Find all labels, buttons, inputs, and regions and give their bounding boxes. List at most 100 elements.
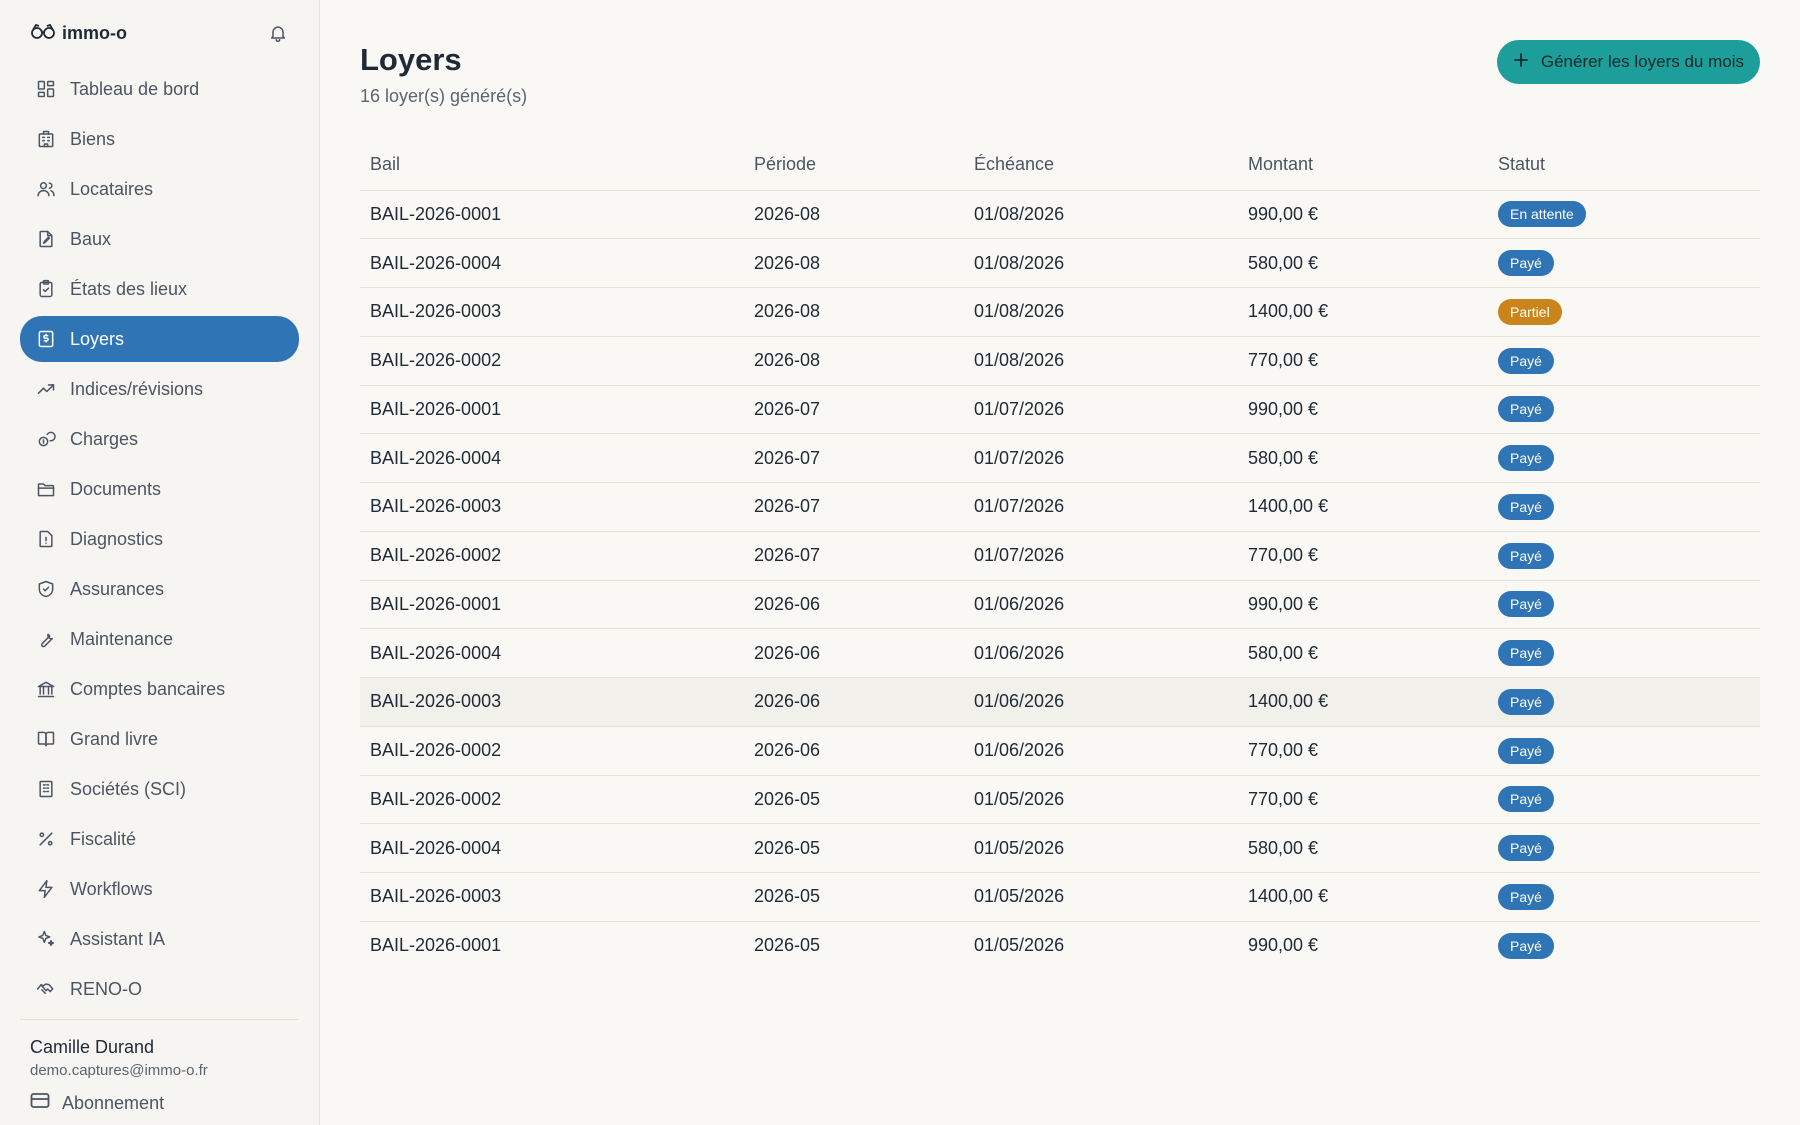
cell-montant: 770,00 € — [1238, 726, 1488, 776]
subscription-label: Abonnement — [62, 1093, 165, 1113]
sidebar-item-diagnostics[interactable]: Diagnostics — [20, 516, 299, 562]
cell-statut: Payé — [1488, 238, 1760, 288]
sidebar-item-documents[interactable]: Documents — [20, 466, 299, 512]
header-periode[interactable]: Période — [744, 140, 964, 191]
sidebar-item-baux[interactable]: Baux — [20, 216, 299, 262]
header-echeance[interactable]: Échéance — [964, 140, 1238, 191]
cell-statut: Payé — [1488, 336, 1760, 386]
cell-statut: Payé — [1488, 628, 1760, 678]
status-badge: Payé — [1498, 347, 1554, 374]
cell-bail: BAIL-2026-0002 — [360, 726, 744, 776]
table-row[interactable]: BAIL-2026-0002 2026-05 01/05/2026 770,00 € P… — [360, 775, 1760, 825]
sidebar-item-assistant-ia[interactable]: Assistant IA — [20, 916, 299, 962]
wrench-icon — [36, 629, 56, 649]
header-statut[interactable]: Statut — [1488, 140, 1760, 191]
cell-statut: Payé — [1488, 482, 1760, 532]
table-row[interactable]: BAIL-2026-0002 2026-06 01/06/2026 770,00 € P… — [360, 726, 1760, 776]
sidebar-item-charges[interactable]: Charges — [20, 416, 299, 462]
cell-bail: BAIL-2026-0001 — [370, 935, 502, 956]
sidebar-item-fiscalite[interactable]: Fiscalité — [20, 816, 299, 862]
cell-bail: BAIL-2026-0002 — [360, 775, 744, 825]
cell-bail: BAIL-2026-0004 — [360, 433, 744, 483]
sidebar-item-reno-o[interactable]: RENO-O — [20, 966, 299, 1012]
sidebar-item-indices-revisions[interactable]: Indices/révisions — [20, 366, 299, 412]
table-row[interactable]: BAIL-2026-0003 2026-06 01/06/2026 1400,00 €… — [360, 677, 1760, 727]
status-badge: Payé — [1498, 883, 1554, 910]
status-badge: Partiel — [1498, 298, 1562, 325]
sidebar: immo-o Tableau de bord Biens Locataires Bau… — [0, 0, 320, 1125]
rent-icon — [36, 329, 56, 349]
cell-montant: 1400,00 € — [1238, 677, 1488, 727]
status-badge: Payé — [1498, 493, 1554, 520]
sidebar-item-locataires[interactable]: Locataires — [20, 166, 299, 212]
cell-statut: Payé — [1488, 580, 1760, 630]
table-row[interactable]: BAIL-2026-0002 2026-08 01/08/2026 770,00 € P… — [360, 336, 1760, 386]
cell-periode: 2026-07 — [744, 482, 964, 532]
cell-bail: BAIL-2026-0002 — [360, 336, 744, 386]
sidebar-item-grand-livre[interactable]: Grand livre — [20, 716, 299, 762]
cell-periode: 2026-07 — [744, 385, 964, 435]
cell-montant: 1400,00 € — [1238, 872, 1488, 922]
sidebar-item-label: Loyers — [70, 328, 125, 349]
cell-periode: 2026-08 — [744, 287, 964, 337]
table-row[interactable]: BAIL-2026-0004 2026-06 01/06/2026 580,00 € P… — [360, 628, 1760, 678]
sidebar-item-biens[interactable]: Biens — [20, 116, 299, 162]
table-row[interactable]: BAIL-2026-0003 2026-07 01/07/2026 1400,00 €… — [360, 482, 1760, 532]
office-icon — [36, 779, 56, 799]
header-bail[interactable]: Bail — [360, 140, 744, 191]
cell-montant: 580,00 € — [1238, 238, 1488, 288]
cell-montant: 1400,00 € — [1238, 287, 1488, 337]
cell-periode: 2026-05 — [744, 823, 964, 873]
sidebar-nav: Tableau de bord Biens Locataires Baux États … — [20, 66, 299, 1012]
table-row[interactable]: BAIL-2026-0002 2026-07 01/07/2026 770,00 € P… — [360, 531, 1760, 581]
table-row[interactable]: BAIL-2026-0001 2026-06 01/06/2026 990,00 € P… — [360, 580, 1760, 630]
sidebar-item-workflows[interactable]: Workflows — [20, 866, 299, 912]
sidebar-item-societes-sci[interactable]: Sociétés (SCI) — [20, 766, 299, 812]
sidebar-item-maintenance[interactable]: Maintenance — [20, 616, 299, 662]
table-row[interactable]: BAIL-2026-0003 2026-08 01/08/2026 1400,00 €… — [360, 287, 1760, 337]
sidebar-item-loyers[interactable]: Loyers — [20, 316, 299, 362]
sidebar-item-comptes-bancaires[interactable]: Comptes bancaires — [20, 666, 299, 712]
table-row[interactable]: BAIL-2026-0001 2026-08 01/08/2026 990,00 € E… — [360, 190, 1760, 240]
table-row[interactable]: BAIL-2026-0004 2026-05 01/05/2026 580,00 € P… — [360, 823, 1760, 873]
generate-rents-button[interactable]: Générer les loyers du mois — [1496, 40, 1760, 84]
sidebar-item-label: Fiscalité — [70, 828, 137, 849]
table-row[interactable]: BAIL-2026-0001 2026-07 01/07/2026 990,00 € P… — [360, 385, 1760, 435]
generate-rents-label: Générer les loyers du mois — [1540, 52, 1744, 71]
cell-echeance: 01/07/2026 — [964, 531, 1238, 581]
sidebar-item-assurances[interactable]: Assurances — [20, 566, 299, 612]
building-icon — [36, 129, 56, 149]
sidebar-item-tableau-de-bord[interactable]: Tableau de bord — [20, 66, 299, 112]
notifications-bell-icon[interactable] — [267, 22, 289, 44]
brand-row: immo-o — [20, 0, 299, 66]
page-title: Loyers — [360, 42, 462, 77]
bank-icon — [36, 679, 56, 699]
cell-montant: 990,00 € — [1238, 190, 1488, 240]
cell-montant: 990,00 € — [1238, 580, 1488, 630]
cell-montant: 580,00 € — [1238, 433, 1488, 483]
table-row[interactable]: BAIL-2026-0003 2026-05 01/05/2026 1400,00 €… — [360, 872, 1760, 922]
table-row[interactable]: BAIL-2026-0004 2026-08 01/08/2026 580,00 € P… — [360, 238, 1760, 288]
cell-periode: 2026-07 — [744, 433, 964, 483]
cell-montant: 990,00 € — [1238, 385, 1488, 435]
cell-echeance: 01/08/2026 — [964, 190, 1238, 240]
cell-statut: Payé — [1488, 775, 1760, 825]
cell-echeance: 01/06/2026 — [964, 677, 1238, 727]
sidebar-item-label: États des lieux — [70, 278, 188, 299]
status-badge: Payé — [1498, 737, 1554, 764]
sidebar-item-label: Indices/révisions — [70, 378, 204, 399]
header-montant[interactable]: Montant — [1238, 140, 1488, 191]
table-row[interactable]: BAIL-2026-0004 2026-07 01/07/2026 580,00 € P… — [360, 433, 1760, 483]
credit-card-icon — [30, 1092, 50, 1115]
table-row[interactable]: BAIL-2026-0001 2026-05 01/05/2026 990,00 € P… — [360, 921, 1760, 970]
sidebar-item-etats-des-lieux[interactable]: États des lieux — [20, 266, 299, 312]
sidebar-divider — [20, 1019, 299, 1020]
cell-periode: 2026-05 — [744, 775, 964, 825]
cell-echeance: 01/08/2026 — [964, 287, 1238, 337]
subscription-link[interactable]: Abonnement — [30, 1092, 164, 1115]
cell-statut: Payé — [1488, 677, 1760, 727]
user-profile[interactable]: Camille Durand demo.captures@immo-o.fr — [30, 1037, 208, 1079]
cell-statut: Partiel — [1488, 287, 1760, 337]
table-header-row: Bail Période Échéance Montant Statut — [360, 140, 1760, 191]
brand-logo[interactable]: immo-o — [30, 21, 127, 46]
